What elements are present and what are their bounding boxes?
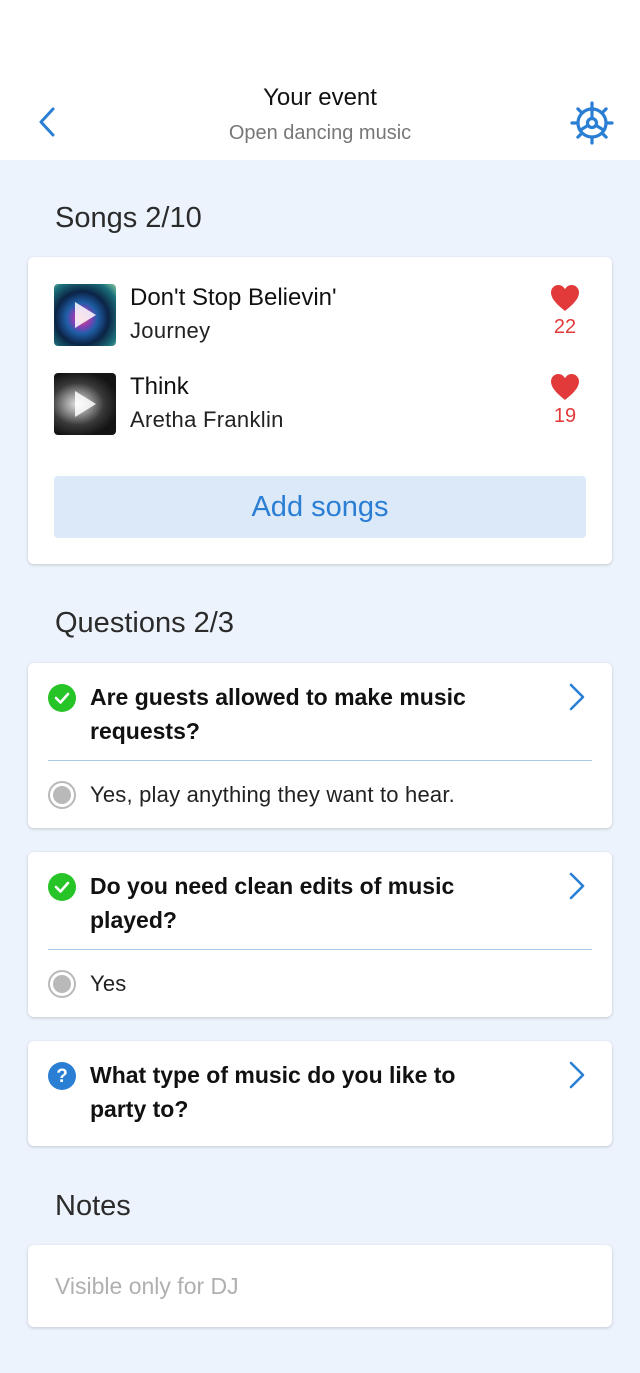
answer-text: Yes, play anything they want to hear. xyxy=(90,782,455,807)
song-row[interactable]: Think Aretha Franklin 19 xyxy=(54,373,586,435)
chevron-right-icon xyxy=(566,1059,588,1091)
check-circle-icon xyxy=(48,684,76,712)
song-title: Don't Stop Believin' xyxy=(130,284,337,311)
like-count: 22 xyxy=(553,316,577,338)
questions-heading: Questions 2/3 xyxy=(55,607,234,639)
answer-option[interactable]: Yes, play anything they want to hear. xyxy=(48,778,592,812)
settings-button[interactable] xyxy=(568,99,616,147)
answer-text: Yes xyxy=(90,971,127,996)
question-header[interactable]: Do you need clean edits of music played? xyxy=(28,852,612,949)
songs-heading: Songs 2/10 xyxy=(55,202,202,234)
heart-icon xyxy=(542,373,588,401)
like-count: 19 xyxy=(553,405,577,427)
heart-icon xyxy=(542,284,588,312)
question-text: What type of music do you like to party … xyxy=(90,1062,456,1122)
check-circle-icon xyxy=(48,873,76,901)
album-art xyxy=(54,284,116,346)
question-header[interactable]: Are guests allowed to make music request… xyxy=(28,663,612,760)
answer-option[interactable]: Yes xyxy=(48,967,592,1001)
song-row[interactable]: Don't Stop Believin' Journey 22 xyxy=(54,284,586,346)
chevron-right-icon xyxy=(566,681,588,713)
chevron-right-icon xyxy=(566,870,588,902)
play-icon xyxy=(54,284,116,346)
notes-heading: Notes xyxy=(55,1190,131,1222)
like-button[interactable]: 22 xyxy=(542,284,588,346)
question-card: Are guests allowed to make music request… xyxy=(28,663,612,828)
radio-indicator xyxy=(48,970,76,998)
question-text: Are guests allowed to make music request… xyxy=(90,684,466,744)
question-card: Do you need clean edits of music played?… xyxy=(28,852,612,1017)
songs-card: Don't Stop Believin' Journey 22 Think Ar… xyxy=(28,257,612,564)
add-songs-button[interactable]: Add songs xyxy=(54,476,586,538)
like-button[interactable]: 19 xyxy=(542,373,588,435)
top-bar: Your event Open dancing music xyxy=(0,0,640,160)
question-header[interactable]: ? What type of music do you like to part… xyxy=(28,1041,612,1146)
song-title: Think xyxy=(130,373,189,400)
play-icon xyxy=(54,373,116,435)
notes-input[interactable] xyxy=(28,1245,612,1327)
page-subtitle: Open dancing music xyxy=(228,122,412,144)
question-circle-icon: ? xyxy=(48,1062,76,1090)
song-artist: Journey xyxy=(130,318,211,343)
radio-indicator xyxy=(48,781,76,809)
album-art xyxy=(54,373,116,435)
notes-card xyxy=(28,1245,612,1327)
page-title: Your event xyxy=(263,84,377,111)
question-text: Do you need clean edits of music played? xyxy=(90,873,455,933)
song-artist: Aretha Franklin xyxy=(130,407,284,432)
question-card[interactable]: ? What type of music do you like to part… xyxy=(28,1041,612,1146)
divider xyxy=(48,949,592,950)
divider xyxy=(48,760,592,761)
gear-icon xyxy=(568,101,616,151)
